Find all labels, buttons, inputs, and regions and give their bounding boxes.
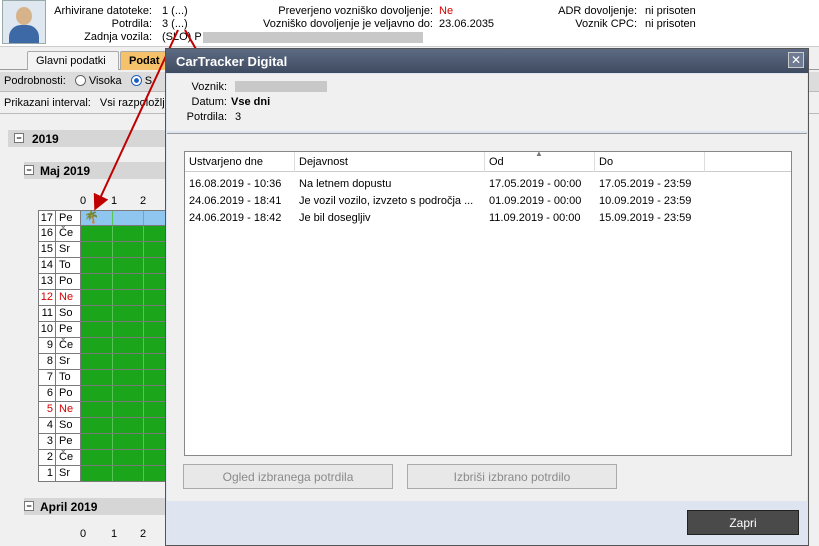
- redacted-driver: [235, 81, 327, 92]
- datum-label: Datum:: [191, 96, 227, 108]
- close-icon[interactable]: ✕: [788, 52, 804, 68]
- potrdila-count: 3: [235, 111, 242, 123]
- cell-activity: Je bil dosegljiv: [299, 212, 371, 224]
- list-header: Ustvarjeno dne Dejavnost Od Do ▲: [185, 149, 791, 172]
- cell-to: 10.09.2019 - 23:59: [599, 195, 692, 207]
- dialog-info: Voznik: Datum: Vse dni Potrdila: 3: [167, 74, 807, 131]
- cell-created: 24.06.2019 - 18:42: [189, 212, 282, 224]
- certificate-row[interactable]: 24.06.2019 - 18:41 Je vozil vozilo, izvze…: [185, 193, 791, 209]
- cell-activity: Je vozil vozilo, izvzeto s področja ...: [299, 195, 474, 207]
- cell-from: 11.09.2019 - 00:00: [489, 212, 581, 224]
- cell-to: 17.05.2019 - 23:59: [599, 178, 692, 190]
- close-button[interactable]: Zapri: [687, 510, 799, 535]
- cell-to: 15.09.2019 - 23:59: [599, 212, 692, 224]
- col-activity[interactable]: Dejavnost: [295, 152, 485, 172]
- dialog-body: Ustvarjeno dne Dejavnost Od Do ▲ 16.08.2…: [167, 133, 807, 501]
- cell-created: 16.08.2019 - 10:36: [189, 178, 282, 190]
- cell-activity: Na letnem dopustu: [299, 178, 392, 190]
- col-created[interactable]: Ustvarjeno dne: [185, 152, 295, 172]
- view-certificate-button[interactable]: Ogled izbranega potrdila: [183, 464, 393, 489]
- cell-from: 01.09.2019 - 00:00: [489, 195, 582, 207]
- certificate-list[interactable]: Ustvarjeno dne Dejavnost Od Do ▲ 16.08.2…: [184, 149, 792, 456]
- potrdila-label: Potrdila:: [186, 111, 227, 123]
- certificate-dialog: CarTracker Digital ✕ Voznik: Datum: Vse …: [165, 48, 809, 546]
- col-to[interactable]: Do: [595, 152, 705, 172]
- datum-value: Vse dni: [231, 96, 271, 108]
- voznik-label: Voznik:: [191, 81, 227, 93]
- cell-created: 24.06.2019 - 18:41: [189, 195, 282, 207]
- dialog-footer: Zapri: [167, 502, 807, 545]
- dialog-title: CarTracker Digital: [166, 49, 808, 73]
- delete-certificate-button[interactable]: Izbriši izbrano potrdilo: [407, 464, 617, 489]
- sort-icon: ▲: [535, 149, 543, 158]
- certificate-row[interactable]: 16.08.2019 - 10:36 Na letnem dopustu 17.05…: [185, 176, 791, 192]
- cell-from: 17.05.2019 - 00:00: [489, 178, 582, 190]
- certificate-row[interactable]: 24.06.2019 - 18:42 Je bil dosegljiv 11.09.…: [185, 210, 791, 226]
